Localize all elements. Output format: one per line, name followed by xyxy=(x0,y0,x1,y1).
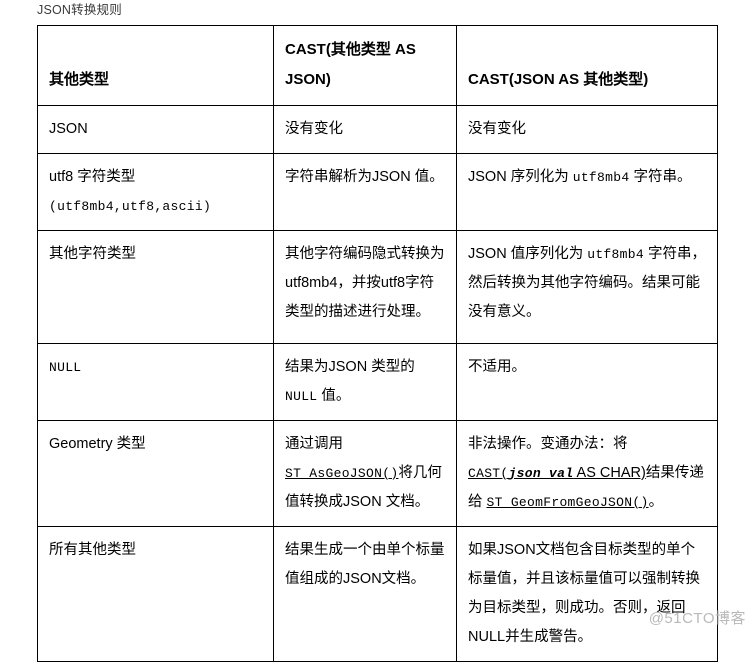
cell-text: JSON 序列化为 xyxy=(468,169,573,185)
cell-text: 没有变化 xyxy=(285,121,343,137)
cell-text: utf8mb4 xyxy=(572,170,630,185)
cell-text: Geometry 类型 xyxy=(49,436,146,452)
table-cell: 非法操作。变通办法：将 CAST(json_val AS CHAR)结果传递给 … xyxy=(456,420,718,527)
column-header-cast-from-json: CAST(JSON AS 其他类型) xyxy=(456,25,718,106)
table-cell: 没有变化 xyxy=(273,105,457,154)
table-header-row: 其他类型 CAST(其他类型 AS JSON) CAST(JSON AS 其他类… xyxy=(37,25,718,106)
table-row: JSON 没有变化 没有变化 xyxy=(37,105,718,154)
cell-text: 如果JSON文档包含目标类型的单个标量值，并且该标量值可以强制转换为目标类型，则… xyxy=(468,542,700,645)
cell-text: JSON xyxy=(49,121,88,137)
table-cell: 不适用。 xyxy=(456,343,718,421)
table-row: Geometry 类型 通过调用ST_AsGeoJSON()将几何值转换成JSON… xyxy=(37,420,718,527)
column-header-cast-to-json: CAST(其他类型 AS JSON) xyxy=(273,25,457,106)
inline-doc-link[interactable]: CAST( xyxy=(468,466,509,481)
cell-text: 其他字符类型 xyxy=(49,246,136,262)
cell-text: 结果为JSON 类型的 xyxy=(285,359,415,375)
table-cell: 结果为JSON 类型的 NULL 值。 xyxy=(273,343,457,421)
table-cell: JSON 值序列化为 utf8mb4 字符串，然后转换为其他字符编码。结果可能没… xyxy=(456,230,718,344)
page-title: JSON转换规则 xyxy=(37,3,122,17)
table-cell: 其他字符类型 xyxy=(37,230,274,344)
cell-text: 通过调用 xyxy=(285,436,343,452)
cell-text: 非法操作。变通办法：将 xyxy=(468,436,628,452)
cell-text: 结果生成一个由单个标量值组成的JSON文档。 xyxy=(285,542,445,587)
table-cell: JSON 序列化为 utf8mb4 字符串。 xyxy=(456,153,718,231)
table-row: NULL 结果为JSON 类型的 NULL 值。 不适用。 xyxy=(37,343,718,421)
cell-text: 值。 xyxy=(317,388,351,404)
cell-text: NULL xyxy=(285,389,318,404)
cell-text: 不适用。 xyxy=(468,359,526,375)
inline-doc-link[interactable]: ST_AsGeoJSON() xyxy=(285,466,398,481)
cell-text: JSON 值序列化为 xyxy=(468,246,588,262)
cell-text: ( xyxy=(49,199,58,214)
cell-text: 其他字符编码隐式转换为utf8mb4，并按utf8字符类型的描述进行处理。 xyxy=(285,246,445,320)
cell-text: NULL xyxy=(49,360,82,375)
table-cell: Geometry 类型 xyxy=(37,420,274,527)
table-body: JSON 没有变化 没有变化 utf8 字符类型 (utf8mb4,utf8,asci… xyxy=(37,105,718,662)
table-cell: 通过调用ST_AsGeoJSON()将几何值转换成JSON 文档。 xyxy=(273,420,457,527)
table-cell: NULL xyxy=(37,343,274,421)
table-row: 其他字符类型 其他字符编码隐式转换为utf8mb4，并按utf8字符类型的描述进行… xyxy=(37,230,718,344)
table-cell: 结果生成一个由单个标量值组成的JSON文档。 xyxy=(273,526,457,662)
cell-text: 。 xyxy=(648,494,664,510)
table-cell: 没有变化 xyxy=(456,105,718,154)
cell-text: utf8 字符类型 xyxy=(49,169,136,185)
cell-text: 字符串解析为JSON 值。 xyxy=(285,169,444,185)
cell-text: 没有变化 xyxy=(468,121,526,137)
inline-doc-link[interactable]: AS CHAR) xyxy=(573,465,646,481)
table-cell: 如果JSON文档包含目标类型的单个标量值，并且该标量值可以强制转换为目标类型，则… xyxy=(456,526,718,662)
cell-text: ) xyxy=(202,199,212,214)
cell-text: 字符串。 xyxy=(629,169,692,185)
json-conversion-rules-table: 其他类型 CAST(其他类型 AS JSON) CAST(JSON AS 其他类… xyxy=(37,25,718,662)
watermark: @51CTO博客 xyxy=(648,610,746,627)
table-row: utf8 字符类型 (utf8mb4,utf8,ascii) 字符串解析为JSON… xyxy=(37,153,718,231)
table-cell: JSON xyxy=(37,105,274,154)
cell-text: 所有其他类型 xyxy=(49,542,136,558)
column-header-other-types: 其他类型 xyxy=(37,25,274,106)
inline-doc-link[interactable]: json_val xyxy=(509,466,574,481)
table-cell: 所有其他类型 xyxy=(37,526,274,662)
cell-text: utf8mb4 xyxy=(587,247,644,262)
table-cell: 其他字符编码隐式转换为utf8mb4，并按utf8字符类型的描述进行处理。 xyxy=(273,230,457,344)
inline-doc-link[interactable]: ST_GeomFromGeoJSON() xyxy=(487,495,649,510)
cell-text: utf8mb4,utf8,ascii xyxy=(57,199,203,214)
table-cell: utf8 字符类型 (utf8mb4,utf8,ascii) xyxy=(37,153,274,231)
table-cell: 字符串解析为JSON 值。 xyxy=(273,153,457,231)
table-head: 其他类型 CAST(其他类型 AS JSON) CAST(JSON AS 其他类… xyxy=(37,25,718,106)
table-row: 所有其他类型 结果生成一个由单个标量值组成的JSON文档。 如果JSON文档包含目标… xyxy=(37,526,718,662)
